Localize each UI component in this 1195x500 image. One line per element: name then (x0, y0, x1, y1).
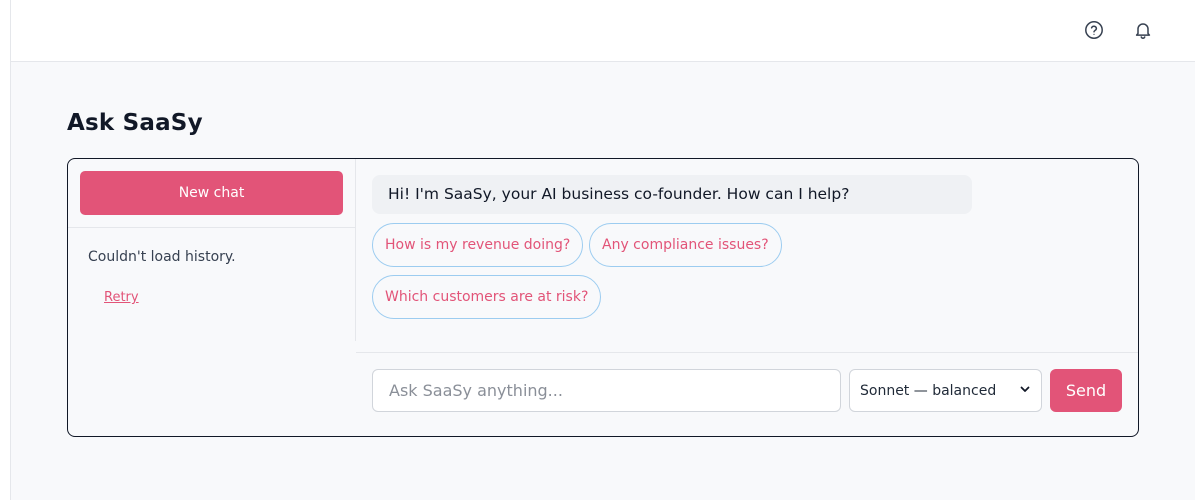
assistant-message: Hi! I'm SaaSy, your AI business co-found… (372, 175, 972, 214)
left-rail (0, 0, 11, 500)
suggestion-chip-at-risk-customers[interactable]: Which customers are at risk? (372, 275, 602, 319)
new-chat-button[interactable]: New chat (80, 171, 343, 215)
send-button[interactable]: Send (1050, 369, 1122, 412)
top-bar (11, 0, 1195, 62)
bell-icon[interactable] (1133, 20, 1153, 40)
messages-area: Hi! I'm SaaSy, your AI business co-found… (356, 159, 1138, 352)
history-error-message: Couldn't load history. (88, 249, 236, 265)
help-circle-icon[interactable] (1084, 20, 1104, 40)
model-select-value: Sonnet — balanced (860, 382, 997, 399)
model-select[interactable]: Sonnet — balanced (849, 369, 1042, 412)
chat-panel: New chat Couldn't load history. Retry Hi… (67, 158, 1139, 437)
chat-history-sidebar: New chat Couldn't load history. Retry (68, 159, 356, 341)
retry-link[interactable]: Retry (104, 290, 139, 305)
composer-divider (356, 352, 1138, 353)
chevron-down-icon (1019, 383, 1031, 399)
page-title: Ask SaaSy (67, 110, 203, 136)
suggestion-chip-revenue[interactable]: How is my revenue doing? (372, 223, 584, 267)
history-divider (68, 227, 356, 228)
main-content: Ask SaaSy New chat Couldn't load history… (11, 62, 1195, 500)
chat-input[interactable] (372, 369, 841, 412)
suggestion-chip-compliance[interactable]: Any compliance issues? (589, 223, 782, 267)
